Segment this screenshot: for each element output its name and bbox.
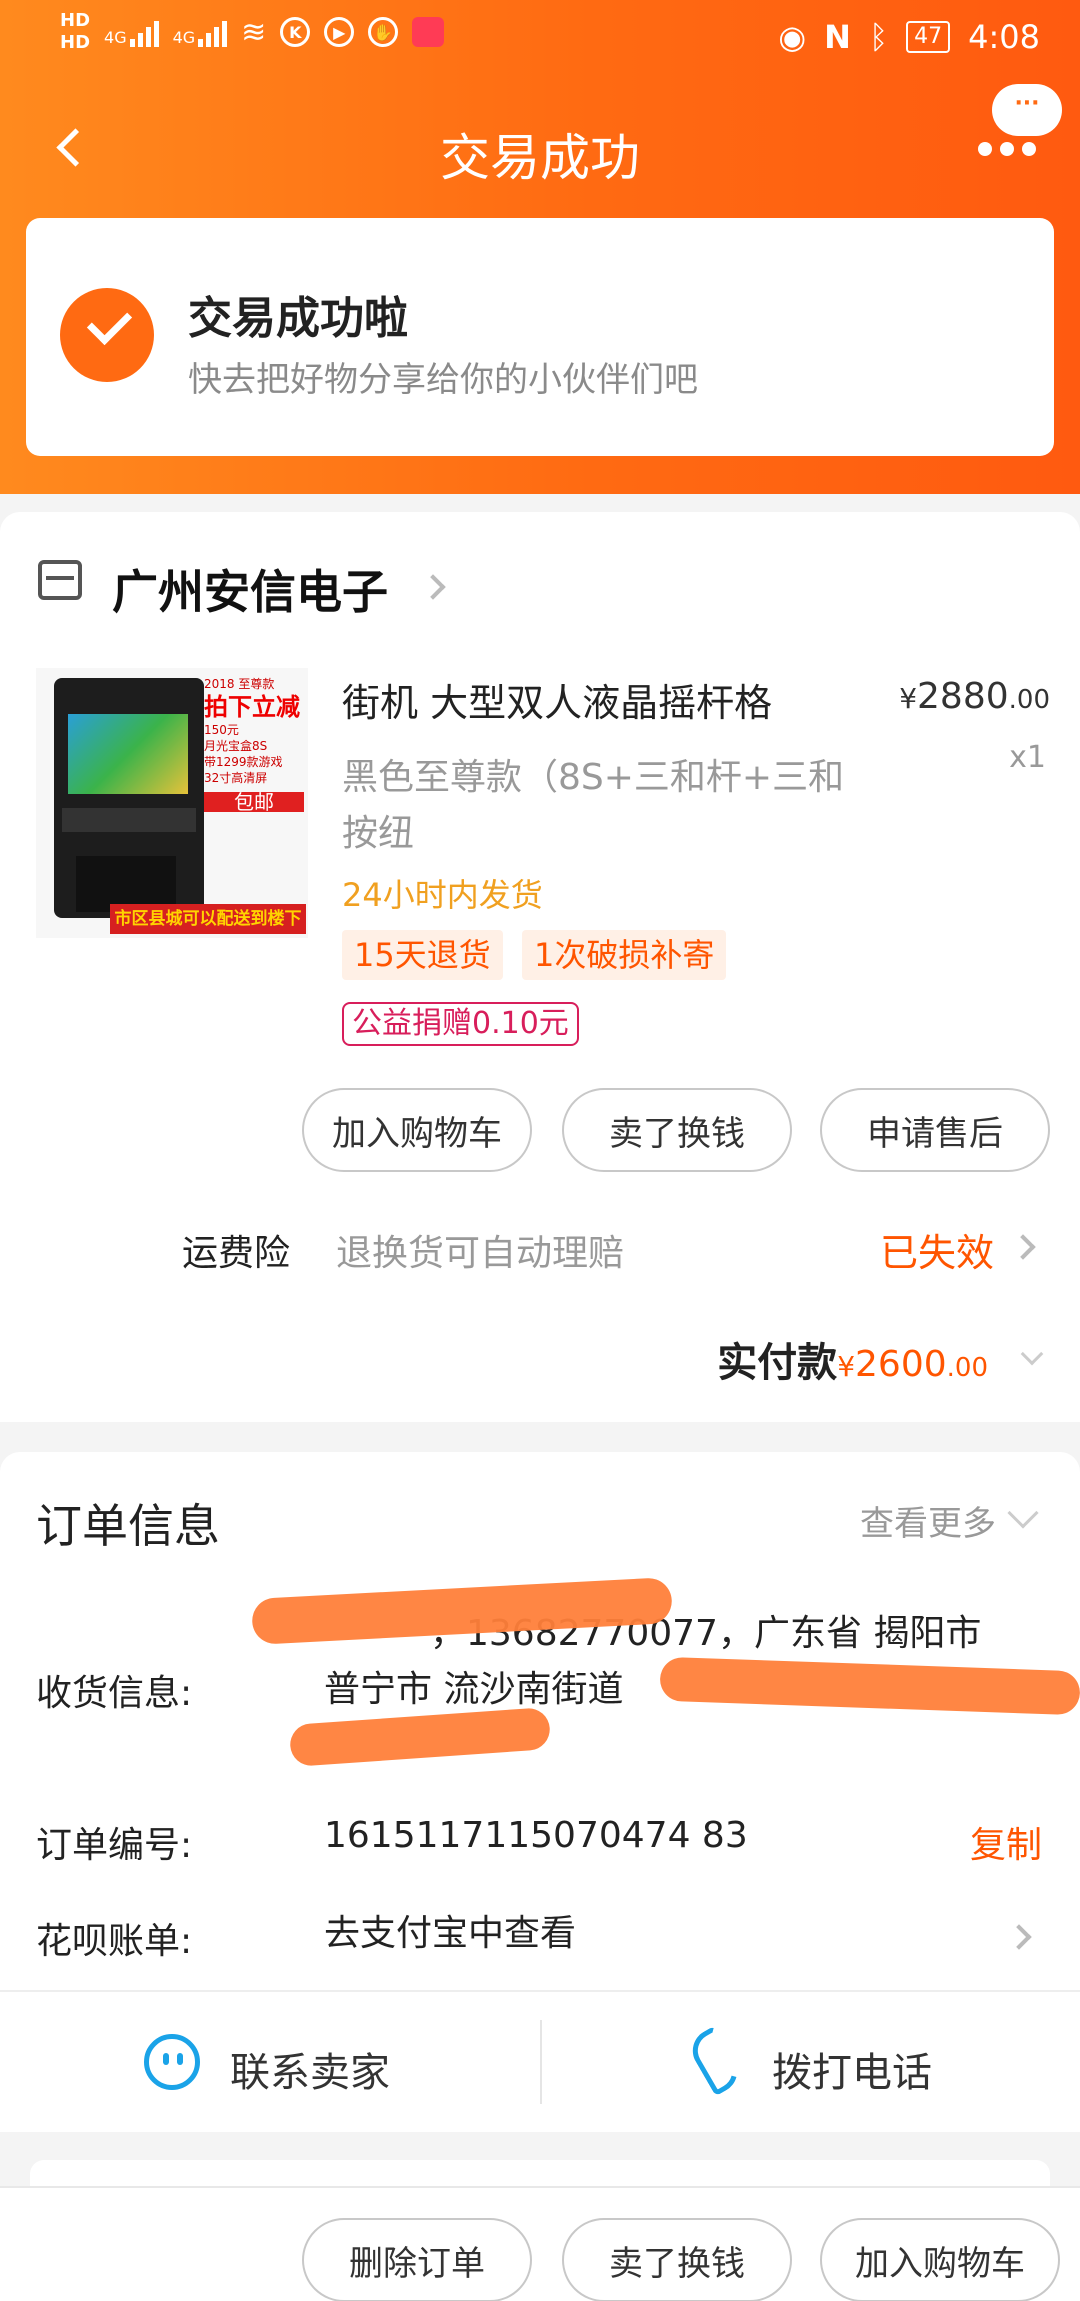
eye-icon: ◉ bbox=[778, 18, 807, 56]
divider bbox=[540, 2020, 542, 2104]
paid-amount: 实付款¥2600.00 bbox=[717, 1340, 988, 1386]
huabei-link[interactable]: 去支付宝中查看 bbox=[324, 1906, 576, 1962]
product-quantity: x1 bbox=[1009, 740, 1046, 775]
order-info-title: 订单信息 bbox=[36, 1499, 220, 1553]
huawei-icon bbox=[412, 17, 445, 47]
huabei-label: 花呗账单: bbox=[36, 1921, 193, 1962]
wifi-icon: ≋ bbox=[241, 14, 267, 50]
hd-indicator: HD HD bbox=[60, 10, 91, 53]
k-icon: K bbox=[280, 17, 311, 47]
damage-reship-tag: 1次破损补寄 bbox=[522, 930, 727, 980]
arcade-cabinet-graphic bbox=[54, 678, 204, 918]
chat-face-icon[interactable] bbox=[144, 2034, 200, 2090]
insurance-label: 运费险 bbox=[182, 1233, 291, 1274]
success-card: 交易成功啦 快去把好物分享给你的小伙伴们吧 bbox=[26, 218, 1054, 456]
signal-icon-2: 4G bbox=[173, 17, 228, 47]
product-image-banner: 市区县城可以配送到楼下 bbox=[110, 904, 306, 934]
success-title: 交易成功啦 bbox=[188, 293, 408, 344]
product-spec: 黑色至尊款（8S+三和杆+三和按纽 bbox=[342, 757, 845, 854]
phone-icon[interactable] bbox=[684, 2025, 746, 2097]
product-name[interactable]: 街机 大型双人液晶摇杆格 bbox=[342, 672, 772, 727]
sell-button[interactable]: 卖了换钱 bbox=[562, 2218, 792, 2301]
more-menu-button[interactable]: ··· bbox=[942, 84, 1062, 204]
insurance-status[interactable]: 已失效 bbox=[880, 1222, 994, 1277]
store-icon bbox=[38, 560, 82, 600]
more-dots-icon bbox=[978, 142, 1036, 156]
copy-button[interactable]: 复制 bbox=[970, 1816, 1042, 1868]
bluetooth-icon: ᛒ bbox=[868, 18, 889, 56]
shipping-promise: 24小时内发货 bbox=[342, 876, 543, 914]
add-to-cart-button[interactable]: 加入购物车 bbox=[302, 1088, 532, 1172]
order-number-label: 订单编号: bbox=[36, 1825, 193, 1866]
product-image-promo: 2018 至尊款 拍下立减 150元 月光宝盒8S 带1299款游戏 32寸高清… bbox=[204, 676, 304, 812]
sell-button[interactable]: 卖了换钱 bbox=[562, 1088, 792, 1172]
status-bar: HD HD 4G 4G ≋ K ▶ ✋ ◉ N ᛒ 47 4:08 bbox=[0, 0, 1080, 80]
view-more-link[interactable]: 查看更多 bbox=[860, 1496, 996, 1545]
status-time: 4:08 bbox=[968, 18, 1040, 56]
hand-icon: ✋ bbox=[368, 17, 399, 47]
contact-seller-button[interactable]: 联系卖家 bbox=[230, 2040, 390, 2098]
charity-badge[interactable]: 公益捐赠0.10元 bbox=[342, 1002, 579, 1046]
delete-order-button[interactable]: 删除订单 bbox=[302, 2218, 532, 2301]
add-to-cart-button[interactable]: 加入购物车 bbox=[820, 2218, 1060, 2301]
nav-bar: 交易成功 ··· bbox=[0, 84, 1080, 200]
return-tag: 15天退货 bbox=[342, 930, 503, 980]
message-bubble-icon: ··· bbox=[992, 84, 1062, 136]
shop-name-link[interactable]: 广州安信电子 bbox=[112, 556, 388, 622]
page-title: 交易成功 bbox=[440, 129, 640, 187]
signal-icon: 4G bbox=[104, 17, 159, 47]
insurance-desc: 退换货可自动理赔 bbox=[336, 1233, 625, 1274]
order-number: 1615117115070474 83 bbox=[324, 1815, 748, 1856]
after-sale-button[interactable]: 申请售后 bbox=[820, 1088, 1050, 1172]
play-icon: ▶ bbox=[324, 17, 355, 47]
battery-icon: 47 bbox=[906, 21, 951, 53]
address-line-2: 普宁市 流沙南街道 bbox=[324, 1669, 624, 1710]
product-price: ¥2880.00 bbox=[899, 676, 1050, 717]
success-subtitle: 快去把好物分享给你的小伙伴们吧 bbox=[188, 360, 698, 400]
address-label: 收货信息: bbox=[36, 1673, 193, 1714]
call-button[interactable]: 拨打电话 bbox=[772, 2040, 932, 2098]
nfc-icon: N bbox=[824, 18, 851, 56]
check-circle-icon bbox=[60, 288, 154, 382]
product-image[interactable]: 2018 至尊款 拍下立减 150元 月光宝盒8S 带1299款游戏 32寸高清… bbox=[36, 668, 308, 938]
